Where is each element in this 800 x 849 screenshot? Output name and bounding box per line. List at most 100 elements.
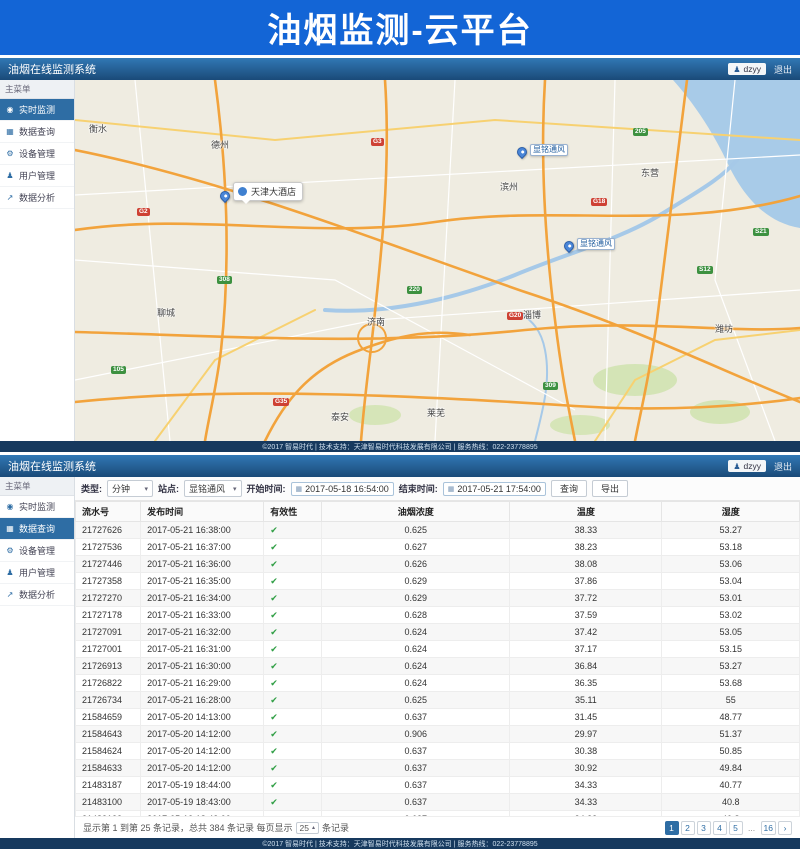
page-size-select[interactable]: 25 ▴	[296, 822, 319, 834]
table-row[interactable]: 217275362017-05-21 16:37:00✔0.62738.2353…	[76, 539, 800, 556]
cell-time: 2017-05-21 16:32:00	[141, 624, 264, 641]
table-row[interactable]: 217268222017-05-21 16:29:00✔0.62436.3553…	[76, 675, 800, 692]
cell-temperature: 36.35	[510, 675, 662, 692]
cell-valid: ✔	[264, 522, 322, 539]
cell-time: 2017-05-21 16:36:00	[141, 556, 264, 573]
caret-up-icon: ▴	[312, 824, 315, 831]
check-icon: ✔	[270, 797, 278, 807]
table-row[interactable]: 217269132017-05-21 16:30:00✔0.62436.8453…	[76, 658, 800, 675]
user-icon: ♟	[733, 462, 740, 471]
logout-link[interactable]: 退出	[774, 63, 792, 76]
chevron-down-icon: ▾	[144, 485, 148, 493]
cell-serial: 21727536	[76, 539, 141, 556]
page-button-4[interactable]: 4	[713, 821, 727, 835]
body-row: 主菜单 ◉实时监测▦数据查询⚙设备管理♟用户管理↗数据分析	[0, 80, 800, 441]
sidebar-menu: ◉实时监测▦数据查询⚙设备管理♟用户管理↗数据分析	[0, 496, 74, 606]
summary-suffix: 条记录	[322, 821, 349, 834]
pagination-bar: 显示第 1 到第 25 条记录，总共 384 条记录 每页显示 25 ▴ 条记录…	[75, 816, 800, 838]
map-tooltip-label: 天津大酒店	[251, 185, 296, 198]
city-label: 济南	[367, 315, 385, 328]
table-row[interactable]: 215846332017-05-20 14:12:00✔0.63730.9249…	[76, 760, 800, 777]
cell-humidity: 53.06	[662, 556, 800, 573]
cell-valid: ✔	[264, 624, 322, 641]
cell-temperature: 37.17	[510, 641, 662, 658]
road-badge: G2	[137, 208, 150, 216]
cell-serial: 21584659	[76, 709, 141, 726]
map-marker-icon[interactable]	[218, 189, 232, 203]
next-page-button[interactable]: ›	[778, 821, 792, 835]
map-view-screenshot: 油烟在线监测系统 ♟ dzyy 退出 主菜单 ◉实时监测▦数据查询⚙设备管理♟用…	[0, 58, 800, 452]
table-row[interactable]: 215846242017-05-20 14:12:00✔0.63730.3850…	[76, 743, 800, 760]
column-header: 湿度	[662, 502, 800, 522]
table-row[interactable]: 217276262017-05-21 16:38:00✔0.62538.3353…	[76, 522, 800, 539]
sidebar-item-query[interactable]: ▦数据查询	[0, 121, 74, 143]
table-row[interactable]: 217270012017-05-21 16:31:00✔0.62437.1753…	[76, 641, 800, 658]
export-button[interactable]: 导出	[592, 480, 628, 497]
end-time-input[interactable]: ▦ 2017-05-21 17:54:00	[443, 482, 546, 496]
app-header: 油烟在线监测系统 ♟ dzyy 退出	[0, 455, 800, 477]
table-row[interactable]: 217273582017-05-21 16:35:00✔0.62937.8653…	[76, 573, 800, 590]
menu-header: 主菜单	[0, 477, 74, 496]
column-header: 流水号	[76, 502, 141, 522]
cell-temperature: 36.84	[510, 658, 662, 675]
table-row[interactable]: 215846592017-05-20 14:13:00✔0.63731.4548…	[76, 709, 800, 726]
cell-concentration: 0.906	[322, 726, 510, 743]
calendar-icon: ▦	[448, 485, 455, 493]
cell-concentration: 0.628	[322, 607, 510, 624]
table-row[interactable]: 215846432017-05-20 14:12:00✔0.90629.9751…	[76, 726, 800, 743]
map-tooltip[interactable]: 天津大酒店	[233, 182, 303, 201]
cell-humidity: 53.27	[662, 522, 800, 539]
page-button-3[interactable]: 3	[697, 821, 711, 835]
table-row[interactable]: 217274462017-05-21 16:36:00✔0.62638.0853…	[76, 556, 800, 573]
cell-valid: ✔	[264, 590, 322, 607]
table-row[interactable]: 217270912017-05-21 16:32:00✔0.62437.4253…	[76, 624, 800, 641]
sidebar-item-realtime[interactable]: ◉实时监测	[0, 99, 74, 121]
map-marker-icon[interactable]	[562, 239, 576, 253]
page-button-1[interactable]: 1	[665, 821, 679, 835]
type-select[interactable]: 分钟 ▾	[107, 480, 153, 497]
realtime-icon: ◉	[5, 502, 15, 511]
sidebar-item-device[interactable]: ⚙设备管理	[0, 540, 74, 562]
cell-time: 2017-05-20 14:13:00	[141, 709, 264, 726]
user-chip[interactable]: ♟ dzyy	[728, 460, 766, 472]
table-row[interactable]: 214831002017-05-19 18:43:00✔0.63734.3340…	[76, 794, 800, 811]
cell-concentration: 0.625	[322, 692, 510, 709]
page-buttons: 12345...16›	[665, 821, 792, 835]
table-row[interactable]: 217271782017-05-21 16:33:00✔0.62837.5953…	[76, 607, 800, 624]
query-button[interactable]: 查询	[551, 480, 587, 497]
station-select[interactable]: 显铭通风 ▾	[184, 480, 242, 497]
cell-time: 2017-05-21 16:31:00	[141, 641, 264, 658]
cell-humidity: 50.85	[662, 743, 800, 760]
sidebar-item-user[interactable]: ♟用户管理	[0, 562, 74, 584]
page-button-2[interactable]: 2	[681, 821, 695, 835]
sidebar-item-device[interactable]: ⚙设备管理	[0, 143, 74, 165]
cell-concentration: 0.626	[322, 556, 510, 573]
table-row[interactable]: 217267342017-05-21 16:28:00✔0.62535.1155	[76, 692, 800, 709]
sidebar-item-user[interactable]: ♟用户管理	[0, 165, 74, 187]
road-badge: 105	[111, 366, 126, 374]
table-row[interactable]: 214831872017-05-19 18:44:00✔0.63734.3340…	[76, 777, 800, 794]
cell-valid: ✔	[264, 556, 322, 573]
username: dzyy	[744, 64, 761, 74]
page-button-16[interactable]: 16	[761, 821, 776, 835]
start-time-input[interactable]: ▦ 2017-05-18 16:54:00	[291, 482, 394, 496]
map-canvas[interactable]: 衡水德州滨州东营济南淄博潍坊聊城泰安莱芜G2G3G18G20G352053082…	[75, 80, 800, 441]
sidebar-item-analysis[interactable]: ↗数据分析	[0, 584, 74, 606]
sidebar-item-query[interactable]: ▦数据查询	[0, 518, 74, 540]
cell-valid: ✔	[264, 573, 322, 590]
cell-temperature: 37.42	[510, 624, 662, 641]
user-chip[interactable]: ♟ dzyy	[728, 63, 766, 75]
table-row[interactable]: 217272702017-05-21 16:34:00✔0.62937.7253…	[76, 590, 800, 607]
logout-link[interactable]: 退出	[774, 460, 792, 473]
cell-time: 2017-05-21 16:34:00	[141, 590, 264, 607]
cell-serial: 21727270	[76, 590, 141, 607]
cell-valid: ✔	[264, 726, 322, 743]
page-button-5[interactable]: 5	[729, 821, 743, 835]
type-label: 类型:	[81, 482, 102, 495]
sidebar-item-realtime[interactable]: ◉实时监测	[0, 496, 74, 518]
map-marker-icon[interactable]	[515, 145, 529, 159]
sidebar: 主菜单 ◉实时监测▦数据查询⚙设备管理♟用户管理↗数据分析	[0, 80, 75, 441]
cell-concentration: 0.637	[322, 777, 510, 794]
sidebar-item-analysis[interactable]: ↗数据分析	[0, 187, 74, 209]
road-badge: 309	[543, 382, 558, 390]
